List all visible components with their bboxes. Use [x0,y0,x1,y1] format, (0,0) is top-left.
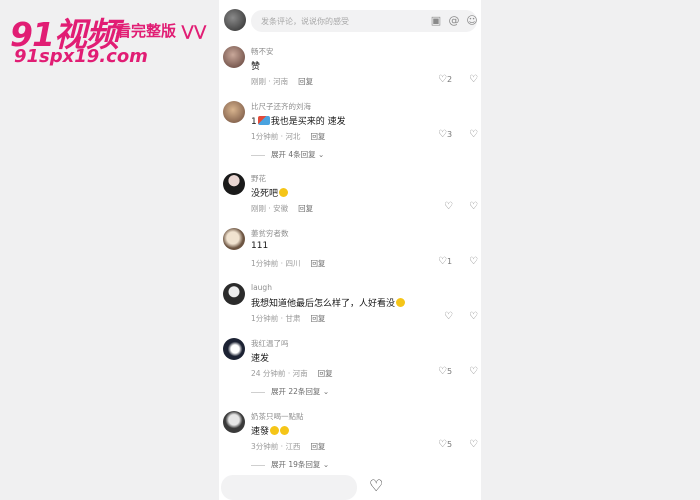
comment-meta: 1分钟前 · 河北 回复 [251,132,326,141]
chevron-down-icon: ⌄ [322,387,330,396]
reply-button[interactable]: 回复 [310,314,325,323]
expand-replies-button[interactable]: 展开 22条回复 ⌄ [251,386,329,397]
like-button[interactable]: ♡1 [438,256,452,267]
avatar[interactable] [223,411,245,433]
like-button[interactable]: ♡ [444,311,453,322]
like-count: 5 [446,440,453,449]
comment-username[interactable]: 奶茶只喝一點點 [251,411,304,422]
avatar[interactable] [223,101,245,123]
comment-text: 111 [251,241,269,251]
dislike-icon[interactable]: ♡ [469,439,478,450]
comment-input-box[interactable]: ▣ @ ☺ [251,10,479,32]
bottom-comment-input[interactable] [221,475,357,500]
laughing-emoji-icon [279,188,289,197]
avatar[interactable] [223,228,245,250]
like-button[interactable]: ♡5 [438,439,452,450]
heart-icon: ♡ [438,129,447,140]
expand-replies-button[interactable]: 展开 19条回复 ⌄ [251,459,329,470]
heart-icon: ♡ [438,366,447,377]
laughing-emoji-icon [270,426,280,435]
watermark: 91视频 看完整版 ⋁⋁ 91spx19.com [10,8,215,70]
like-button[interactable]: ♡3 [438,129,452,140]
dislike-icon[interactable]: ♡ [469,256,478,267]
comment-meta: 3分钟前 · 江西 回复 [251,442,326,451]
reply-button[interactable]: 回复 [310,132,325,141]
comment-username[interactable]: 萎贫穷者数 [251,228,289,239]
house-emoji-icon [257,116,270,125]
chevron-down-icon: ⌄ [322,460,330,469]
comment-username[interactable]: 比尺子还齐的刘海 [251,101,311,112]
comment-input[interactable] [261,13,401,29]
watermark-url: 91spx19.com [14,46,148,67]
reply-button[interactable]: 回复 [310,442,325,451]
heart-icon[interactable]: ♡ [369,476,383,495]
laughing-emoji-icon [280,426,290,435]
comment-text: 没死吧 [251,186,289,199]
emoji-icon[interactable]: ☺ [465,14,479,28]
comment-text: 赞 [251,62,261,72]
like-button[interactable]: ♡ [444,201,453,212]
comment-text: 速发 [251,354,270,364]
heart-icon: ♡ [438,439,447,450]
reply-button[interactable]: 回复 [298,204,313,213]
comment-meta: 刚刚 · 安徽 回复 [251,204,314,213]
avatar[interactable] [223,173,245,195]
image-icon[interactable]: ▣ [429,14,443,28]
comment-username[interactable]: 畅不安 [251,46,274,57]
like-button[interactable]: ♡2 [438,74,452,85]
chevron-down-icon: ⌄ [318,150,325,159]
comment-username[interactable]: laugh [251,283,272,292]
like-count: 5 [446,367,453,376]
expand-replies-button[interactable]: 展开 4条回复 ⌄ [251,149,324,160]
like-count: 2 [446,75,453,84]
comments-panel: ▣ @ ☺ 畅不安 赞 刚刚 · 河南回复 ♡2 ♡ 比尺子还齐的刘海 1我也是… [219,0,481,500]
like-count: 1 [446,257,453,266]
comment-username[interactable]: 野花 [251,173,266,184]
heart-icon: ♡ [438,256,447,267]
comment-meta: 刚刚 · 河南 回复 [251,77,314,86]
comment-text: 1 我也是买来的 速发 [251,116,346,127]
comment-input-bar: ▣ @ ☺ [219,0,481,42]
mention-icon[interactable]: @ [447,14,461,28]
comment-text: 我想知道他最后怎么样了，人好看没 [251,296,406,309]
watermark-tagline: 看完整版 ⋁⋁ [116,22,207,40]
like-button[interactable]: ♡5 [438,366,452,377]
dislike-icon[interactable]: ♡ [469,74,478,85]
reply-button[interactable]: 回复 [318,369,333,378]
comment-meta: 1分钟前 · 四川 回复 [251,259,326,268]
avatar[interactable] [223,46,245,68]
avatar [224,9,246,31]
comment-username[interactable]: 我红温了吗 [251,338,289,349]
comment-text: 速發 [251,424,290,437]
heart-icon: ♡ [444,311,453,322]
like-count: 3 [446,130,453,139]
reply-button[interactable]: 回复 [298,77,313,86]
comment-meta: 24 分钟前 · 河南 回复 [251,369,333,378]
heart-icon: ♡ [438,74,447,85]
laughing-emoji-icon [396,298,406,307]
comment-meta: 1分钟前 · 甘肃 回复 [251,314,326,323]
dislike-icon[interactable]: ♡ [469,311,478,322]
reply-button[interactable]: 回复 [310,259,325,268]
dislike-icon[interactable]: ♡ [469,201,478,212]
heart-icon: ♡ [444,201,453,212]
avatar[interactable] [223,338,245,360]
dislike-icon[interactable]: ♡ [469,129,478,140]
dislike-icon[interactable]: ♡ [469,366,478,377]
avatar[interactable] [223,283,245,305]
